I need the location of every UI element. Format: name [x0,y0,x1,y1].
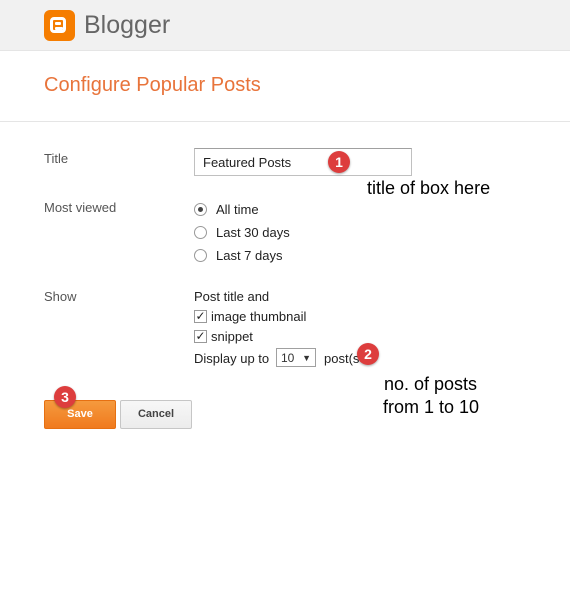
image-thumbnail-label: image thumbnail [211,309,307,324]
annotation-badge-1: 1 [328,151,350,173]
radio-button[interactable] [194,249,207,262]
image-thumbnail-option[interactable]: ✓ image thumbnail [194,309,306,324]
brand-name[interactable]: Blogger [84,11,170,40]
most-viewed-label: Most viewed [44,200,117,215]
radio-label-all-time: All time [216,202,259,217]
annotation-note-title: title of box here [367,178,491,198]
show-intro-text: Post title and [194,289,270,304]
posts-suffix-label: post(s [324,351,360,366]
annotation-badge-2: 2 [357,343,379,365]
annotation-note-posts-1: no. of posts [384,374,478,394]
page-title: Configure Popular Posts [44,74,261,96]
radio-button[interactable] [194,226,207,239]
title-divider [0,121,570,122]
title-input[interactable]: Featured Posts [194,148,412,176]
radio-last-7-days[interactable]: Last 7 days [194,248,283,263]
show-label: Show [44,289,77,304]
annotation-badge-3: 3 [54,386,76,408]
snippet-option[interactable]: ✓ snippet [194,329,253,344]
radio-all-time[interactable]: All time [194,202,259,217]
dropdown-arrow-icon: ▼ [302,352,311,363]
checkbox-checked-icon[interactable]: ✓ [194,330,207,343]
post-count-value: 10 [281,350,295,365]
radio-label-last-30-days: Last 30 days [216,225,290,240]
cancel-button[interactable]: Cancel [120,400,192,429]
blogger-logo-icon[interactable] [44,10,75,41]
post-count-select[interactable]: 10 ▼ [276,348,316,367]
radio-label-last-7-days: Last 7 days [216,248,283,263]
radio-last-30-days[interactable]: Last 30 days [194,225,290,240]
annotation-note-posts-2: from 1 to 10 [383,397,480,417]
radio-button-checked[interactable] [194,203,207,216]
title-label: Title [44,151,69,166]
snippet-label: snippet [211,329,253,344]
save-button[interactable]: Save [44,400,116,429]
checkbox-checked-icon[interactable]: ✓ [194,310,207,323]
display-up-to-label: Display up to [194,351,270,366]
app-header: Blogger [0,0,570,51]
